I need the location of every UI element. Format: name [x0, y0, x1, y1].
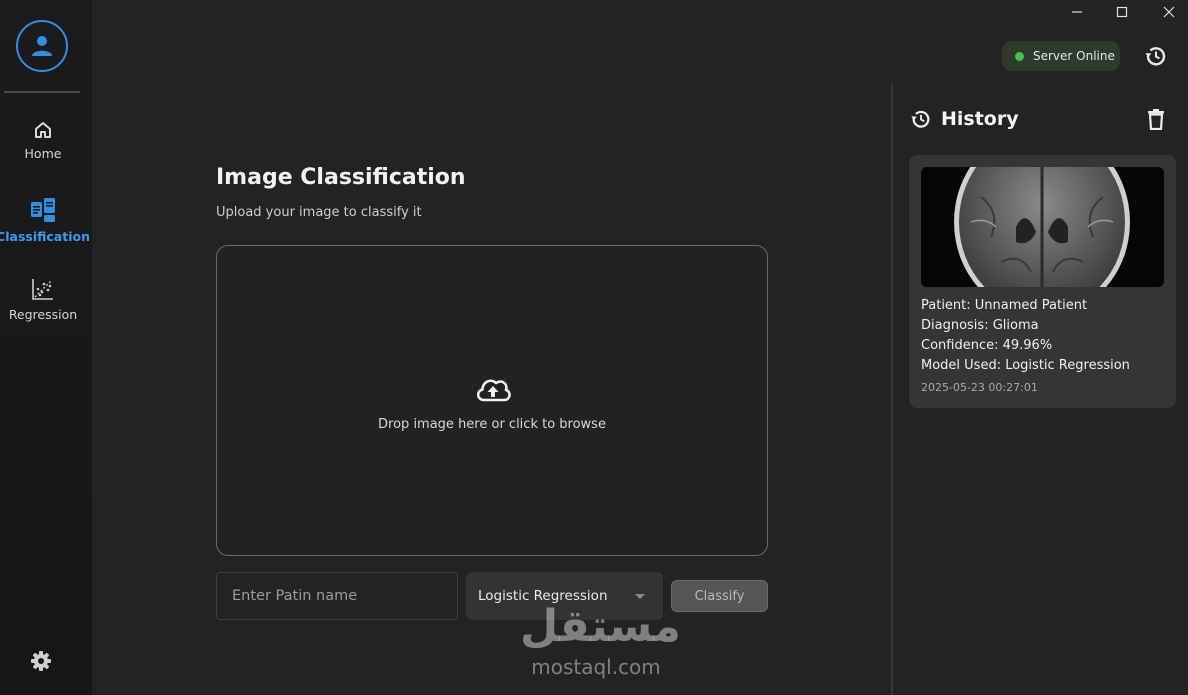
minimize-icon	[1072, 11, 1082, 13]
history-confidence: Confidence: 49.96%	[921, 338, 1053, 353]
sidebar-item-label: Home	[24, 146, 62, 161]
history-model: Model Used: Logistic Regression	[921, 358, 1130, 373]
user-avatar[interactable]	[16, 20, 68, 72]
sidebar-divider	[4, 91, 80, 93]
sidebar-item-home[interactable]: Home	[0, 120, 86, 180]
classify-button[interactable]: Classify	[671, 580, 768, 612]
sidebar-item-classification[interactable]: Classification	[0, 197, 90, 257]
dropzone-instructions: Drop image here or click to browse	[378, 417, 606, 432]
watermark-latin: mostaql.com	[531, 655, 661, 679]
sidebar-item-label: Classification	[0, 229, 90, 244]
status-dot-icon	[1015, 51, 1024, 61]
page-title: Image Classification	[216, 165, 466, 190]
home-icon	[35, 122, 51, 138]
history-icon	[911, 110, 930, 128]
cloud-upload-icon	[476, 379, 511, 402]
clear-history-button[interactable]	[1146, 108, 1166, 131]
chevron-down-icon	[635, 594, 645, 599]
history-diagnosis: Diagnosis: Glioma	[921, 318, 1039, 333]
mri-scan-image	[921, 167, 1164, 287]
image-dropzone[interactable]: Drop image here or click to browse	[216, 245, 768, 556]
server-status-label: Server Online	[1033, 49, 1115, 63]
mri-scan-thumbnail	[921, 167, 1164, 287]
minimize-button[interactable]	[1054, 0, 1100, 24]
panel-divider	[891, 83, 893, 695]
page-subtitle: Upload your image to classify it	[216, 205, 422, 220]
close-button[interactable]	[1146, 0, 1188, 24]
server-status-badge: Server Online	[1002, 41, 1120, 71]
watermark-arabic: مستقل	[520, 601, 681, 652]
close-icon	[1163, 6, 1175, 18]
history-timestamp: 2025-05-23 00:27:01	[921, 381, 1038, 394]
history-toggle-button[interactable]	[1144, 44, 1168, 68]
classification-icon	[31, 198, 55, 222]
gear-icon	[31, 651, 51, 671]
user-icon	[32, 36, 52, 56]
settings-button[interactable]	[30, 650, 52, 672]
sidebar-item-label: Regression	[8, 307, 78, 322]
maximize-button[interactable]	[1099, 0, 1145, 24]
sidebar: Home Classification Regression	[0, 0, 92, 695]
patient-name-input[interactable]	[216, 572, 458, 620]
trash-icon	[1148, 109, 1164, 131]
maximize-icon	[1116, 6, 1128, 18]
history-entry-card[interactable]: Patient: Unnamed Patient Diagnosis: Glio…	[909, 155, 1176, 408]
history-icon	[1145, 47, 1166, 66]
sidebar-item-regression[interactable]: Regression	[0, 277, 86, 337]
history-title: History	[941, 108, 1019, 130]
history-patient: Patient: Unnamed Patient	[921, 298, 1088, 313]
regression-icon	[32, 279, 53, 300]
